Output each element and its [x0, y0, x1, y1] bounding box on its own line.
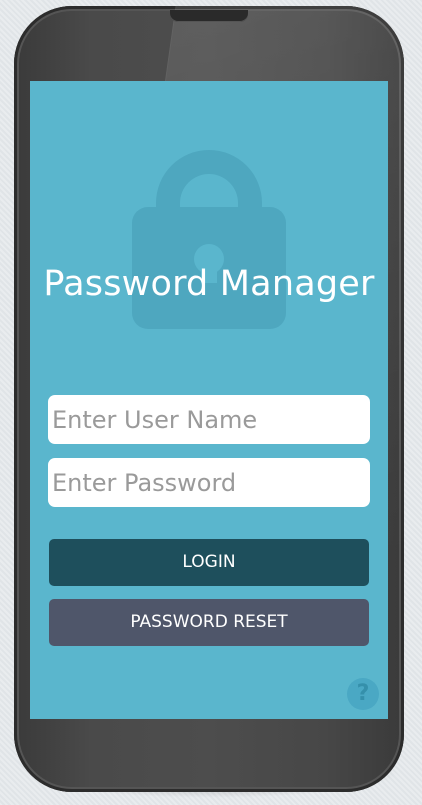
login-button[interactable]: LOGIN [49, 539, 369, 586]
username-input[interactable] [48, 395, 370, 444]
password-input[interactable] [48, 458, 370, 507]
app-title: Password Manager [43, 264, 375, 304]
password-reset-button[interactable]: PASSWORD RESET [49, 599, 369, 646]
phone-speaker [170, 10, 248, 22]
app-screen: Password Manager LOGIN PASSWORD RESET ? [30, 81, 388, 719]
help-icon[interactable]: ? [347, 678, 379, 710]
